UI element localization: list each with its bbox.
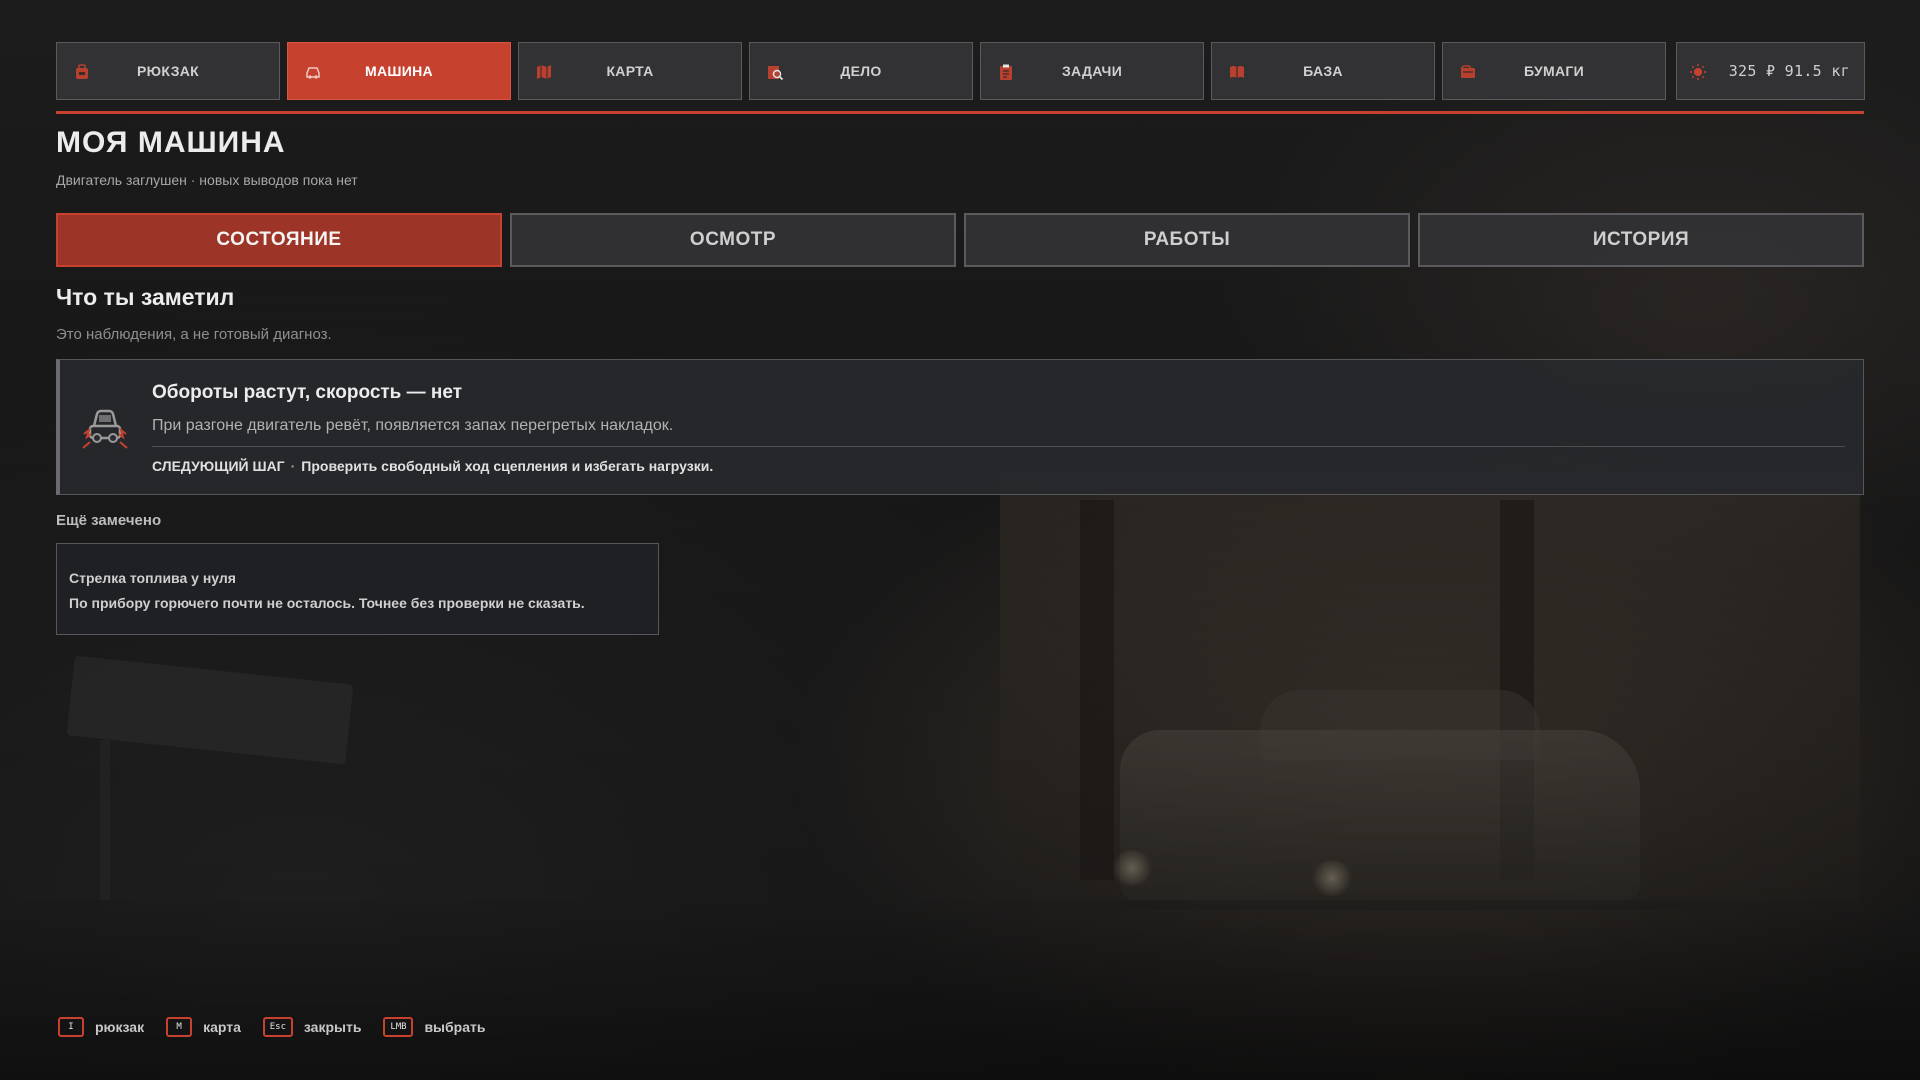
section-hint: Это наблюдения, а не готовый диагноз.: [56, 326, 332, 343]
hint-close[interactable]: Esc закрыть: [262, 1017, 362, 1037]
backpack-icon: [76, 64, 88, 79]
book-icon: [1230, 66, 1244, 78]
key-m-icon: M: [166, 1017, 193, 1037]
hint-map[interactable]: M карта: [166, 1017, 241, 1037]
observation-description: При разгоне двигатель ревёт, появляется …: [152, 417, 674, 434]
tab-base[interactable]: БАЗА: [1211, 42, 1435, 100]
background-pillar: [1080, 500, 1114, 880]
tab-car-label: МАШИНА: [365, 63, 433, 79]
subtab-inspection[interactable]: ОСМОТР: [510, 213, 956, 267]
background-sign-post: [100, 740, 110, 900]
tab-tasks-label: ЗАДАЧИ: [1061, 63, 1123, 79]
hint-label: выбрать: [424, 1019, 486, 1035]
tab-papers-label: БУМАГИ: [1524, 63, 1584, 79]
next-step-label: СЛЕДУЮЩИЙ ШАГ: [152, 458, 285, 474]
main-observation-card[interactable]: Обороты растут, скорость — нет При разго…: [56, 359, 1864, 495]
subtab-history[interactable]: ИСТОРИЯ: [1418, 213, 1864, 267]
resources-display: 325 ₽ 91.5 кг: [1676, 42, 1865, 100]
map-icon: [537, 65, 551, 79]
sun-icon: [1690, 64, 1706, 80]
tab-backpack[interactable]: РЮКЗАК: [56, 42, 280, 100]
hint-label: рюкзак: [95, 1019, 145, 1035]
resources-text: 325 ₽ 91.5 кг: [1728, 62, 1850, 80]
hint-label: закрыть: [303, 1019, 362, 1035]
documents-icon: [1460, 65, 1475, 78]
car-icon: [306, 67, 320, 79]
car-warning-icon: [82, 409, 128, 449]
key-i-icon: I: [58, 1017, 84, 1037]
top-navigation: РЮКЗАК МАШИНА КАРТА ДЕЛО ЗАДАЧИ БАЗА БУМ…: [56, 42, 1865, 100]
tab-backpack-label: РЮКЗАК: [136, 63, 200, 79]
more-observations-title: Ещё замечено: [56, 512, 162, 529]
case-file-icon: [768, 66, 784, 81]
tab-map[interactable]: КАРТА: [518, 42, 742, 100]
accent-divider: [56, 111, 1864, 114]
tab-car[interactable]: МАШИНА: [287, 42, 511, 100]
secondary-observation-text: По прибору горючего почти не осталось. Т…: [69, 595, 585, 611]
mouse-left-icon: LMB: [383, 1017, 414, 1037]
next-step: СЛЕДУЮЩИЙ ШАГ · Проверить свободный ход сц…: [152, 458, 713, 474]
car-subtabs: СОСТОЯНИЕ ОСМОТР РАБОТЫ ИСТОРИЯ: [56, 213, 1864, 267]
key-hints-bar: I рюкзак M карта Esc закрыть LMB выбрать: [58, 1016, 507, 1038]
hint-backpack[interactable]: I рюкзак: [58, 1017, 144, 1037]
tab-papers[interactable]: БУМАГИ: [1442, 42, 1666, 100]
section-title: Что ты заметил: [56, 284, 235, 310]
background-road: [0, 900, 1920, 1080]
key-esc-icon: Esc: [262, 1017, 293, 1037]
secondary-observation-card[interactable]: Стрелка топлива у нуля По прибору горюче…: [56, 543, 659, 635]
tab-tasks[interactable]: ЗАДАЧИ: [980, 42, 1204, 100]
subtab-status[interactable]: СОСТОЯНИЕ: [56, 213, 502, 267]
hint-label: карта: [203, 1019, 241, 1035]
next-step-separator: ·: [290, 458, 296, 474]
tab-map-label: КАРТА: [606, 63, 654, 79]
tab-base-label: БАЗА: [1303, 63, 1343, 79]
next-step-text: Проверить свободный ход сцепления и избе…: [301, 458, 714, 474]
background-car: [1120, 730, 1640, 900]
page-title: МОЯ МАШИНА: [56, 126, 286, 159]
tab-case-label: ДЕЛО: [840, 63, 882, 79]
card-divider: [152, 446, 1845, 447]
observation-title: Обороты растут, скорость — нет: [152, 382, 463, 403]
clipboard-icon: [1000, 64, 1012, 80]
secondary-observation-title: Стрелка топлива у нуля: [69, 570, 236, 586]
subtab-repairs[interactable]: РАБОТЫ: [964, 213, 1410, 267]
hint-select[interactable]: LMB выбрать: [383, 1017, 485, 1037]
page-subtitle: Двигатель заглушен · новых выводов пока …: [56, 172, 358, 188]
background-headlight: [1110, 850, 1154, 886]
background-headlight: [1310, 860, 1354, 896]
background-scene: [0, 0, 1920, 1080]
tab-case[interactable]: ДЕЛО: [749, 42, 973, 100]
